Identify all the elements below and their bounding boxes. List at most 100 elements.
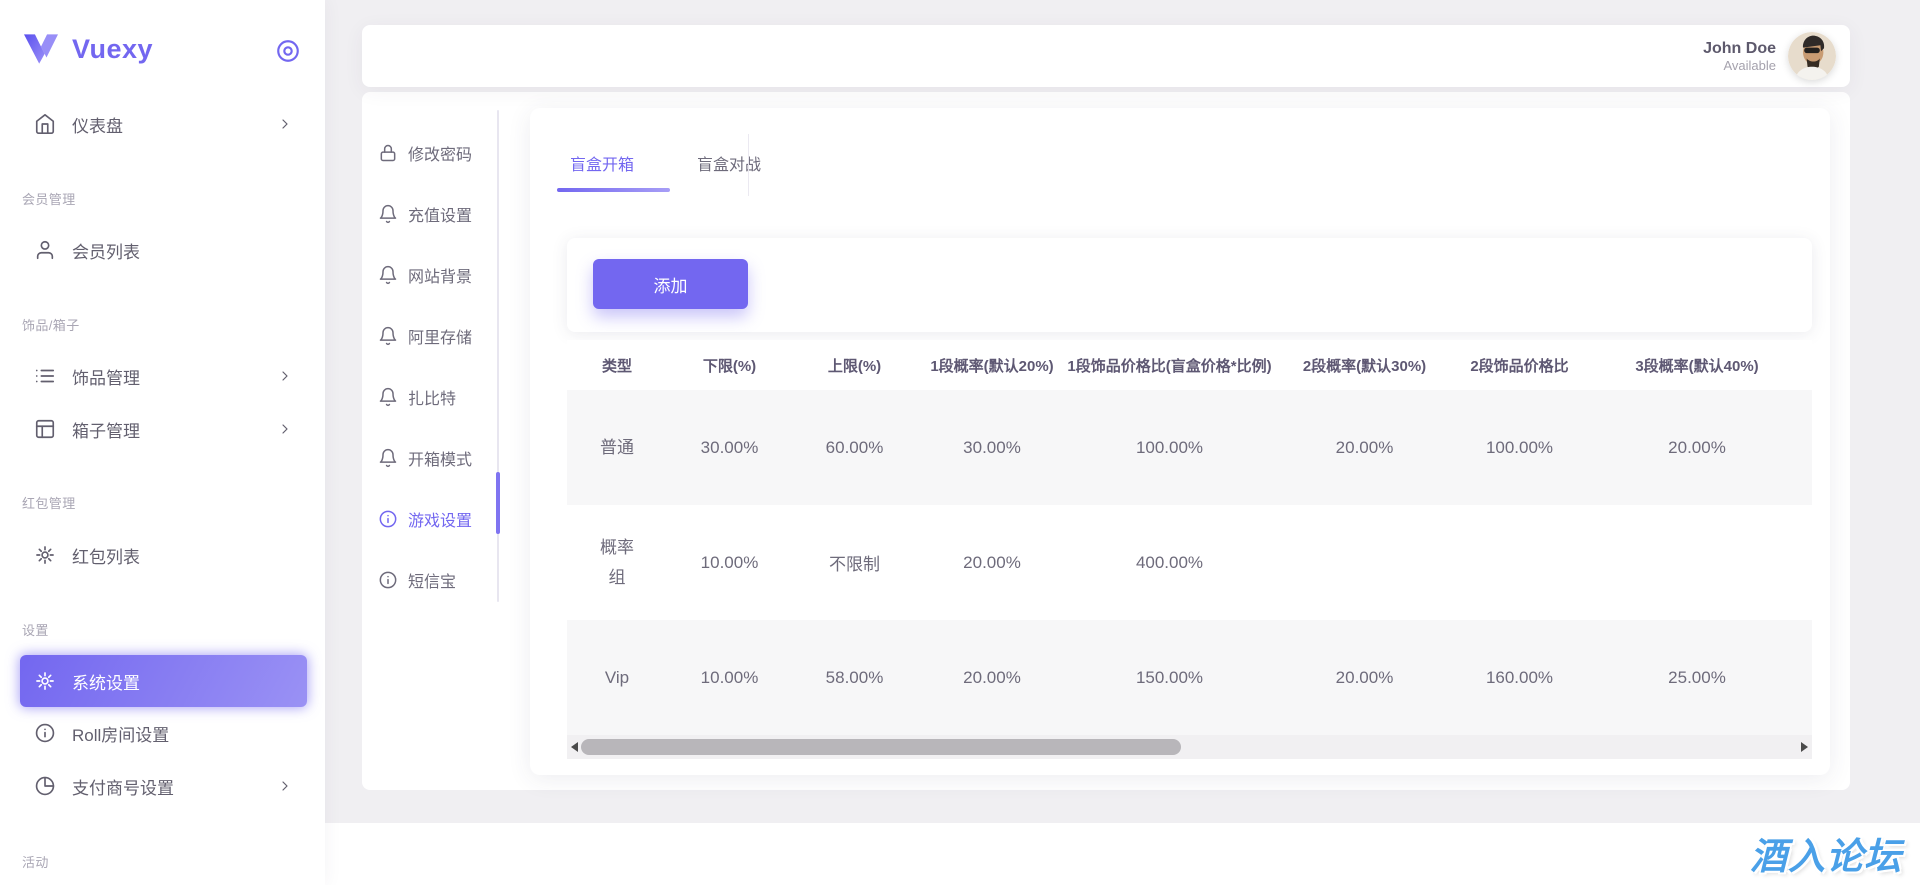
col-header-seg1-prob: 1段概率(默认20%): [917, 340, 1067, 390]
cell-value: 100.00%: [1485, 437, 1554, 457]
bell-icon: [379, 326, 397, 345]
table-row: 普通 30.00% 60.00% 30.00% 100.00% 20.00% 1…: [567, 390, 1812, 505]
col-header-seg3-prob: 3段概率(默认40%): [1582, 340, 1812, 390]
user-icon: [36, 240, 54, 260]
chevron-right-icon: [282, 371, 288, 381]
cell-value: 10.00%: [700, 667, 759, 687]
sidebar-item-label: 会员列表: [72, 242, 140, 262]
bell-icon: [379, 265, 397, 284]
info-icon: [35, 723, 55, 743]
sidebar-item-roll-room-settings[interactable]: Roll房间设置: [20, 709, 307, 757]
cell-value: 100.00%: [1135, 437, 1204, 457]
sidebar-item-box-management[interactable]: 箱子管理: [20, 405, 307, 453]
cell-value: 58.00%: [825, 667, 884, 687]
cell-value: 150.00%: [1135, 667, 1204, 687]
scrollbar-thumb[interactable]: [581, 739, 1181, 755]
cell-value: 20.00%: [963, 552, 1021, 572]
brand-name: Vuexy: [72, 33, 154, 64]
menu-item-change-password[interactable]: 修改密码: [378, 122, 490, 183]
sidebar-item-label: 饰品管理: [72, 368, 140, 388]
main-content-panel: 修改密码 充值设置 网站背景 阿里存储 扎比特 开箱模式 游戏设置 短信宝 盲盒…: [362, 92, 1850, 790]
cell-value: 160.00%: [1485, 667, 1554, 687]
lock-icon: [380, 144, 396, 161]
user-status: Available: [1723, 57, 1776, 73]
section-label-settings: 设置: [22, 623, 49, 638]
sidebar-item-label: 箱子管理: [72, 421, 140, 441]
cell-type: 普通: [599, 437, 634, 457]
tab-blind-box-battle[interactable]: 盲盒对战: [697, 144, 761, 182]
cell-value: 10.00%: [700, 552, 759, 572]
menu-item-label: 网站背景: [408, 268, 473, 286]
menu-item-site-background[interactable]: 网站背景: [378, 244, 490, 305]
cell-value: 20.00%: [1335, 667, 1394, 687]
table-row: 概率组 10.00% 不限制 20.00% 400.00%: [567, 505, 1812, 620]
gear-icon: [36, 546, 54, 564]
menu-item-zhabite[interactable]: 扎比特: [378, 366, 490, 427]
sidebar-item-label: 支付商号设置: [72, 778, 174, 798]
section-label-items-boxes: 饰品/箱子: [22, 318, 80, 333]
menu-item-sms-bao[interactable]: 短信宝: [378, 549, 490, 610]
tab-label: 盲盒开箱: [570, 157, 635, 174]
scrollbar-left-arrow-icon[interactable]: [571, 742, 578, 752]
add-button[interactable]: 添加: [593, 259, 748, 309]
active-tab-indicator: [557, 188, 670, 192]
section-label-members: 会员管理: [22, 192, 76, 207]
horizontal-scrollbar[interactable]: [567, 735, 1812, 759]
menu-item-label: 修改密码: [408, 146, 473, 164]
sidebar-item-item-management[interactable]: 饰品管理: [20, 352, 307, 400]
menu-item-recharge-settings[interactable]: 充值设置: [378, 183, 490, 244]
menu-item-game-settings[interactable]: 游戏设置: [378, 488, 490, 549]
user-block: John Doe Available: [1703, 39, 1776, 74]
user-name: John Doe: [1703, 39, 1776, 57]
left-sidebar: Vuexy 仪表盘 会员管理 会员列表 饰品/箱子 饰品管理 箱子管理 红包管理…: [0, 0, 325, 885]
bell-icon: [379, 448, 397, 467]
cell-value: 30.00%: [700, 437, 759, 457]
info-icon: [379, 510, 397, 527]
chevron-right-icon: [282, 781, 288, 791]
sidebar-item-payment-merchant-settings[interactable]: 支付商号设置: [20, 762, 307, 810]
cell-value: 400.00%: [1135, 552, 1204, 572]
menu-item-label: 阿里存储: [408, 329, 473, 347]
sidebar-item-label: 红包列表: [72, 547, 140, 567]
cell-value: [1582, 505, 1812, 620]
menu-item-unbox-mode[interactable]: 开箱模式: [378, 427, 490, 488]
col-header-upper-limit: 上限(%): [792, 340, 917, 390]
sidebar-item-red-packet-list[interactable]: 红包列表: [20, 531, 307, 579]
sidebar-item-dashboard[interactable]: 仪表盘: [20, 100, 307, 148]
scrollbar-right-arrow-icon[interactable]: [1801, 742, 1808, 752]
sidebar-item-label: 仪表盘: [72, 116, 123, 136]
header-bar: John Doe Available: [362, 25, 1850, 87]
gear-icon: [36, 672, 54, 690]
section-label-activities: 活动: [22, 855, 49, 870]
cell-value: 不限制: [829, 555, 880, 574]
avatar-image: [1788, 32, 1836, 80]
sidebar-item-system-settings[interactable]: 系统设置: [20, 655, 307, 707]
cell-value: 20.00%: [963, 667, 1021, 687]
avatar[interactable]: [1788, 32, 1836, 80]
cell-value: [1457, 505, 1582, 620]
nav-pin-toggle-icon[interactable]: [275, 38, 301, 64]
settings-menu: 修改密码 充值设置 网站背景 阿里存储 扎比特 开箱模式 游戏设置 短信宝: [362, 107, 499, 627]
cell-type: 概率组: [599, 537, 634, 587]
active-menu-indicator: [496, 472, 500, 534]
tab-label: 盲盒对战: [697, 157, 762, 174]
sidebar-item-member-list[interactable]: 会员列表: [20, 226, 307, 274]
tab-blind-box-open[interactable]: 盲盒开箱: [570, 144, 634, 182]
cell-value: [1272, 505, 1457, 620]
cell-value: 30.00%: [963, 437, 1021, 457]
bell-icon: [379, 387, 397, 406]
data-table: 类型 下限(%) 上限(%) 1段概率(默认20%) 1段饰品价格比(盲盒价格*…: [567, 340, 1812, 735]
col-header-type: 类型: [567, 340, 667, 390]
layout-icon: [35, 419, 55, 439]
menu-item-label: 开箱模式: [408, 451, 473, 469]
cell-value: 60.00%: [825, 437, 884, 457]
menu-item-ali-storage[interactable]: 阿里存储: [378, 305, 490, 366]
chevron-right-icon: [282, 424, 288, 434]
col-header-lower-limit: 下限(%): [667, 340, 792, 390]
table-row: Vip 10.00% 58.00% 20.00% 150.00% 20.00% …: [567, 620, 1812, 735]
info-icon: [379, 571, 397, 588]
table-header-row: 类型 下限(%) 上限(%) 1段概率(默认20%) 1段饰品价格比(盲盒价格*…: [567, 340, 1812, 390]
chevron-right-icon: [282, 119, 288, 129]
sidebar-item-label: Roll房间设置: [72, 725, 170, 745]
brand-logo[interactable]: Vuexy: [24, 26, 284, 72]
